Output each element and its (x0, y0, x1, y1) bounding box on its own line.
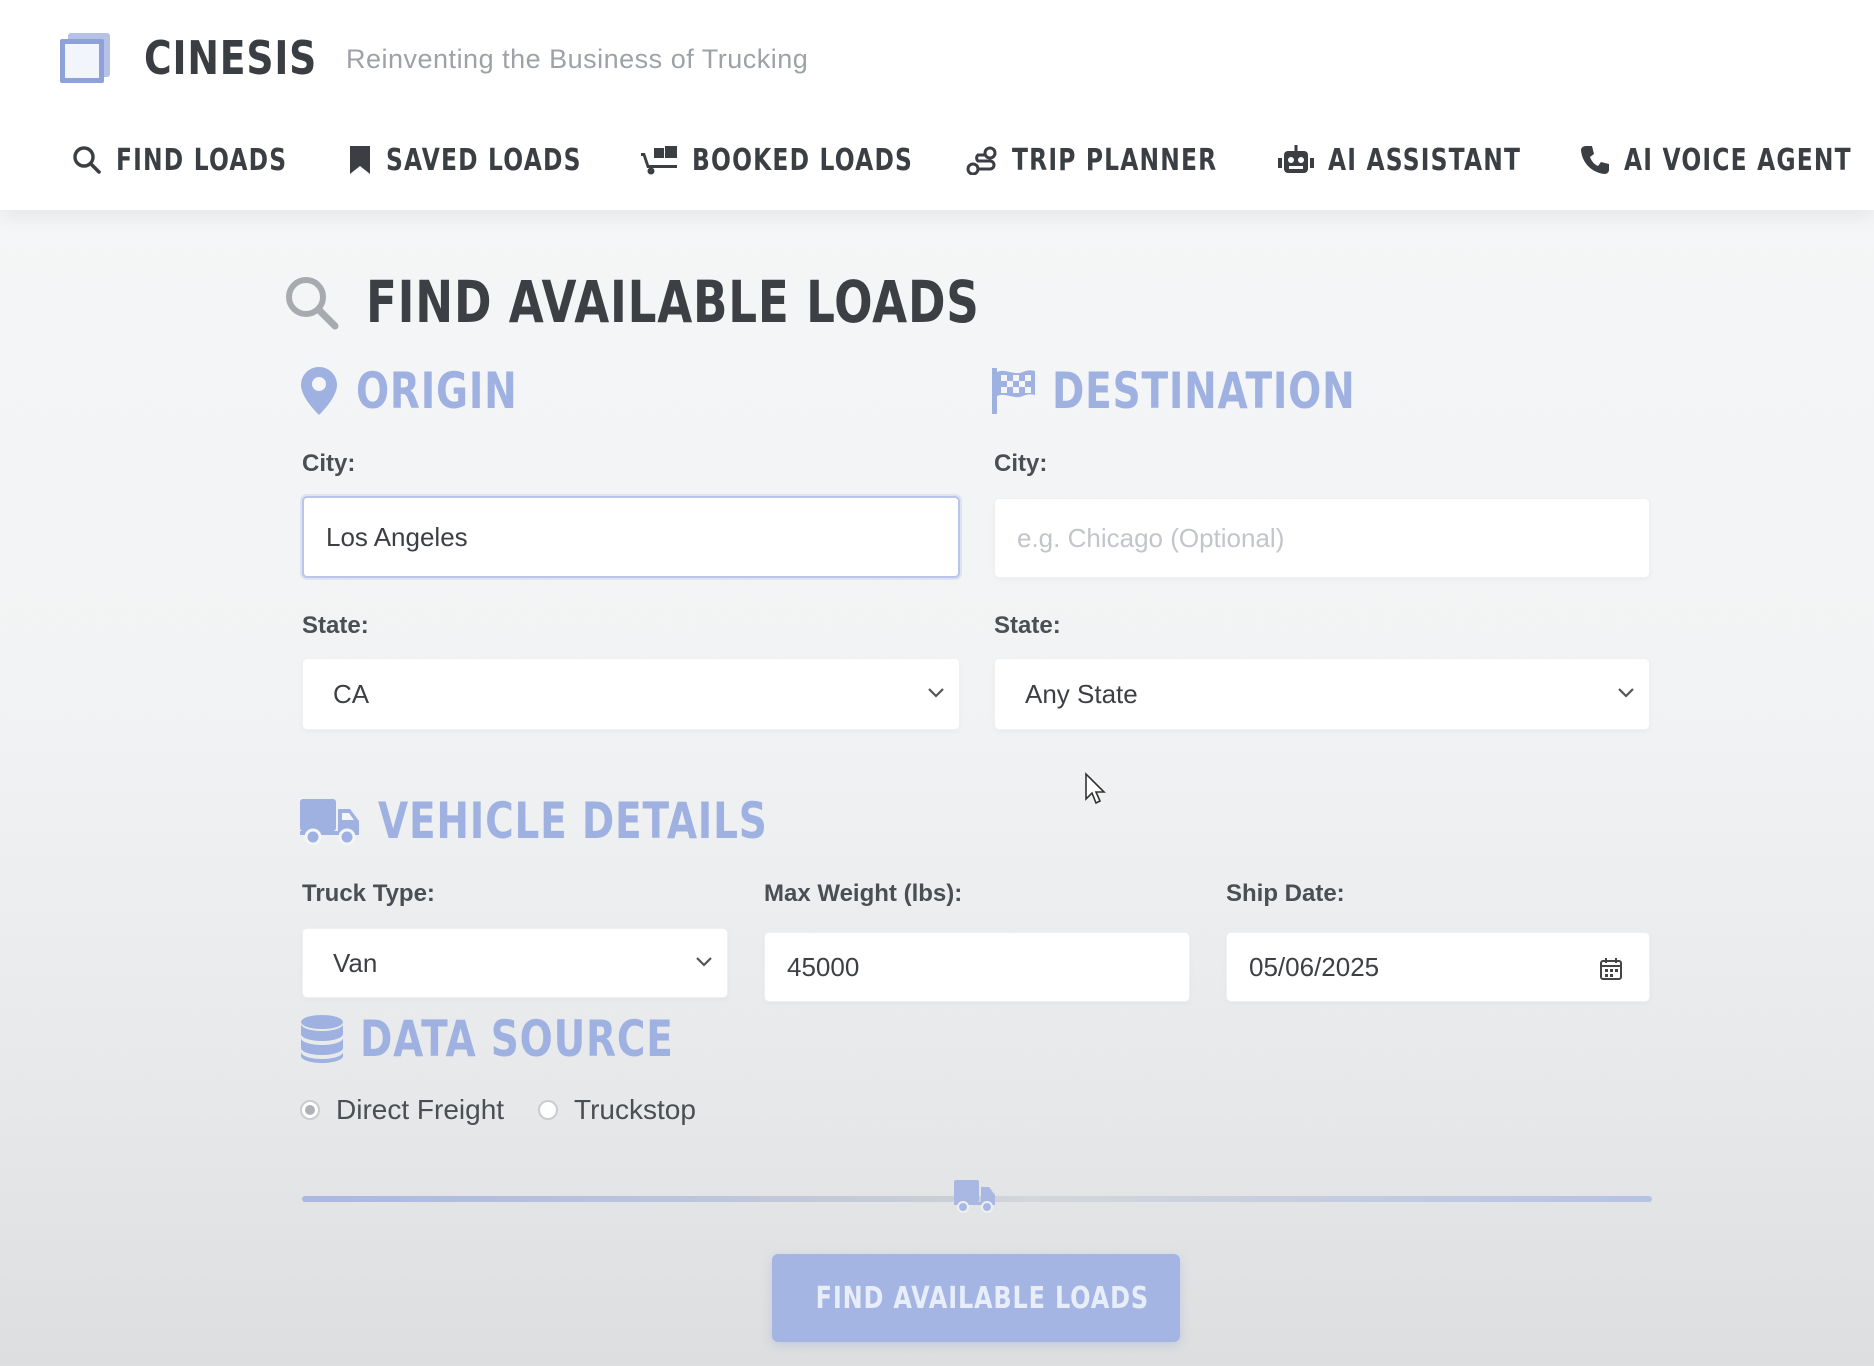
database-icon (301, 1015, 343, 1063)
origin-city-input[interactable] (302, 496, 960, 578)
route-icon (966, 146, 997, 175)
nav-label: FIND LOADS (116, 142, 288, 178)
nav-booked-loads[interactable]: BOOKED LOADS (640, 130, 975, 190)
mouse-cursor-icon (1085, 772, 1106, 805)
destination-state-label: State: (994, 612, 1061, 639)
radio-label: Truckstop (574, 1094, 696, 1125)
logo-icon (58, 31, 112, 85)
origin-city-text[interactable] (326, 521, 864, 553)
nav-saved-loads[interactable]: SAVED LOADS (348, 130, 637, 190)
nav-label: TRIP PLANNER (1012, 142, 1218, 178)
bookmark-icon (350, 146, 370, 174)
truck-icon (954, 1180, 995, 1213)
nav-label: AI VOICE AGENT (1624, 142, 1852, 178)
page-title: FIND AVAILABLE LOADS (282, 268, 1153, 336)
tagline: Reinventing the Business of Trucking (346, 44, 809, 74)
nav-label: SAVED LOADS (386, 142, 582, 178)
destination-state-select[interactable]: Any State (994, 658, 1650, 730)
radio-button[interactable] (538, 1100, 559, 1120)
app-header: CINESIS Reinventing the Business of Truc… (0, 0, 1874, 210)
vehicle-details-heading: VEHICLE DETAILS (300, 792, 877, 850)
nav-ai-assistant[interactable]: AI ASSISTANT (1278, 130, 1576, 190)
radio-direct-freight[interactable]: Direct Freight (300, 1094, 504, 1126)
origin-state-select[interactable]: CA (302, 658, 960, 730)
nav-trip-planner[interactable]: TRIP PLANNER (966, 130, 1275, 190)
origin-state-value: CA (333, 678, 370, 709)
truck-type-value: Van (333, 947, 378, 978)
page-title-text: FIND AVAILABLE LOADS (366, 268, 980, 336)
map-pin-icon (301, 367, 337, 415)
data-source-heading: DATA SOURCE (300, 1010, 762, 1068)
data-source-options: Direct Freight Truckstop (300, 1094, 696, 1126)
nav-find-loads[interactable]: FIND LOADS (72, 130, 336, 190)
ship-date-text[interactable] (1249, 951, 1589, 983)
search-icon (286, 277, 339, 330)
main-nav: FIND LOADS SAVED LOADS BOOKED LOADS TRIP… (0, 130, 1874, 190)
ship-date-input[interactable] (1226, 932, 1650, 1002)
truck-icon (300, 799, 359, 845)
ship-date-label: Ship Date: (1226, 880, 1345, 907)
max-weight-input[interactable] (764, 932, 1190, 1002)
truck-type-select[interactable]: Van (302, 928, 728, 998)
robot-icon (1278, 145, 1314, 173)
origin-city-label: City: (302, 450, 356, 477)
destination-heading: DESTINATION (992, 362, 1441, 420)
flag-checkered-icon (992, 368, 1035, 414)
destination-city-text[interactable] (1017, 522, 1555, 554)
destination-state-value: Any State (1025, 678, 1138, 709)
calendar-icon[interactable] (1599, 957, 1623, 981)
destination-city-input[interactable] (994, 498, 1650, 578)
origin-heading: ORIGIN (300, 362, 563, 420)
chevron-down-icon (1618, 688, 1634, 698)
phone-icon (1581, 146, 1609, 174)
origin-state-label: State: (302, 612, 369, 639)
max-weight-label: Max Weight (lbs): (764, 880, 963, 907)
find-available-loads-button[interactable]: FIND AVAILABLE LOADS (772, 1254, 1180, 1342)
nav-ai-voice-agent[interactable]: AI VOICE AGENT (1580, 130, 1874, 190)
brand[interactable]: CINESIS (58, 28, 355, 88)
truck-type-label: Truck Type: (302, 880, 435, 907)
nav-label: AI ASSISTANT (1328, 142, 1522, 178)
radio-truckstop[interactable]: Truckstop (538, 1094, 696, 1126)
search-icon (73, 146, 101, 174)
radio-label: Direct Freight (336, 1094, 505, 1125)
chevron-down-icon (928, 688, 944, 698)
nav-label: BOOKED LOADS (692, 142, 914, 178)
search-button-label: FIND AVAILABLE LOADS (815, 1280, 1149, 1316)
chevron-down-icon (696, 957, 712, 967)
destination-city-label: City: (994, 450, 1048, 477)
max-weight-text[interactable] (787, 951, 1129, 983)
radio-button[interactable] (300, 1100, 320, 1120)
brand-name: CINESIS (144, 31, 318, 85)
truck-loading-icon (641, 146, 677, 175)
